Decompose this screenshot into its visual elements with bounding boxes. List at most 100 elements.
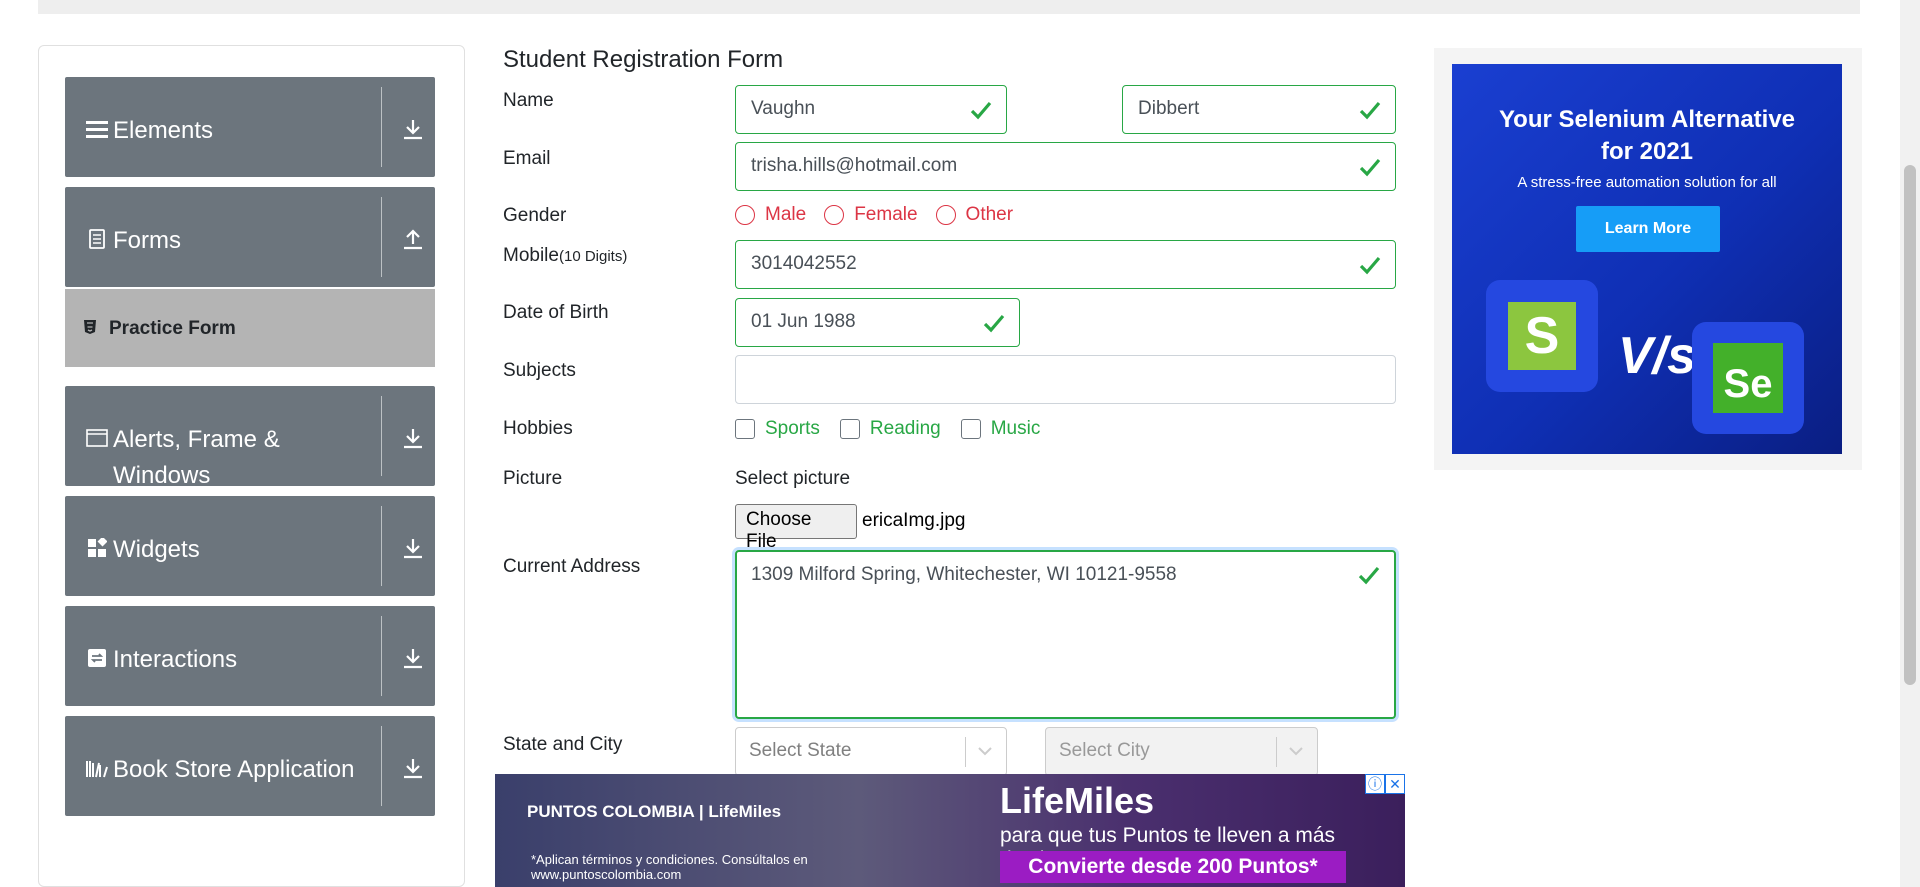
current-address-textarea[interactable]: 1309 Milford Spring, Whitechester, WI 10… (735, 550, 1396, 719)
chevron-down-icon[interactable] (1287, 742, 1305, 760)
sidebar-group-label: Alerts, Frame & Windows (113, 426, 280, 486)
ad-banner[interactable]: Your Selenium Alternative for 2021 A str… (1452, 64, 1842, 454)
checkbox-box[interactable] (735, 419, 755, 439)
radio-label: Female (854, 204, 918, 225)
email-field[interactable]: trisha.hills@hotmail.com (735, 142, 1396, 191)
email-label: Email (503, 148, 551, 169)
divider (381, 506, 382, 586)
hobby-checkbox-reading[interactable]: Reading (839, 418, 941, 440)
divider (965, 737, 966, 767)
divider (1276, 737, 1277, 767)
select-picture-label: Select picture (735, 468, 851, 489)
sidebar-group-book-store[interactable]: Book Store Application (65, 716, 435, 816)
books-icon (85, 756, 109, 780)
email-value: trisha.hills@hotmail.com (751, 155, 958, 176)
hobby-checkbox-music[interactable]: Music (960, 418, 1040, 440)
chevron-down-icon[interactable] (976, 742, 994, 760)
sidebar-group-label: Elements (113, 117, 214, 144)
last-name-value: Dibbert (1138, 98, 1200, 119)
top-banner (38, 0, 1860, 14)
html5-icon (83, 319, 97, 340)
state-city-label: State and City (503, 734, 623, 755)
radio-label: Male (765, 204, 807, 225)
name-label: Name (503, 90, 554, 111)
checkbox-box[interactable] (839, 419, 860, 439)
logo-letter: Se (1713, 343, 1783, 413)
learn-more-button[interactable]: Learn More (1576, 206, 1720, 252)
valid-check-icon (1358, 566, 1380, 585)
gender-radio-other[interactable]: Other (935, 204, 1014, 226)
sidebar-group-alerts[interactable]: Alerts, Frame & Windows (65, 386, 435, 486)
close-icon[interactable]: ✕ (1385, 774, 1405, 794)
valid-check-icon (1359, 101, 1381, 120)
sidebar-item-practice-form[interactable]: Practice Form (65, 289, 435, 367)
download-arrow-icon[interactable] (402, 756, 424, 780)
katalon-logo: S (1486, 280, 1598, 392)
ad-choices: ⓘ ✕ (1365, 774, 1405, 794)
hobby-checkbox-sports[interactable]: Sports (735, 418, 820, 440)
ad-brand: PUNTOS COLOMBIA | LifeMiles (527, 802, 782, 821)
first-name-input[interactable]: Vaughn (735, 85, 1007, 134)
gender-radio-male[interactable]: Male (735, 204, 806, 226)
radio-circle[interactable] (824, 205, 845, 225)
sidebar-group-interactions[interactable]: Interactions (65, 606, 435, 706)
choose-file-button[interactable]: Choose File (735, 504, 857, 552)
ad-title-line: for 2021 (1600, 138, 1694, 165)
right-advertisement[interactable]: Your Selenium Alternative for 2021 A str… (1434, 48, 1862, 470)
checkbox-box[interactable] (960, 419, 981, 439)
radio-circle[interactable] (735, 205, 755, 225)
mobile-field[interactable]: 3014042552 (735, 240, 1396, 289)
mobile-label: Mobile(10 Digits) (503, 245, 627, 267)
checkbox-label: Sports (765, 418, 820, 439)
subjects-input[interactable] (735, 355, 1396, 404)
radio-circle[interactable] (935, 205, 956, 225)
gender-radio-group: Male Female Other (735, 204, 1031, 226)
ad-fine-print: *Aplican términos y condiciones. Consúlt… (531, 852, 808, 882)
sidebar-group-widgets[interactable]: Widgets (65, 496, 435, 596)
page-title: Student Registration Form (503, 46, 784, 73)
selenium-logo: Se (1692, 322, 1804, 434)
mobile-hint: (10 Digits) (558, 248, 628, 265)
dob-input[interactable]: 01 Jun 1988 (735, 298, 1020, 347)
sidebar-group-forms[interactable]: Forms (65, 187, 435, 287)
scrollbar-thumb[interactable] (1904, 165, 1916, 685)
info-icon[interactable]: ⓘ (1365, 774, 1385, 794)
divider (381, 396, 382, 476)
sidebar-group-elements[interactable]: Elements (65, 77, 435, 177)
widgets-icon (85, 536, 109, 560)
window-icon (85, 426, 109, 450)
upload-arrow-icon[interactable] (402, 227, 424, 251)
state-placeholder: Select State (749, 740, 852, 761)
download-arrow-icon[interactable] (402, 646, 424, 670)
state-select[interactable]: Select State (735, 727, 1007, 776)
picture-label: Picture (503, 468, 563, 489)
sidebar-group-label: Widgets (113, 536, 200, 563)
hobbies-checkbox-group: Sports Reading Music (735, 418, 1060, 440)
bottom-advertisement[interactable]: PUNTOS COLOMBIA | LifeMiles *Aplican tér… (495, 774, 1405, 887)
divider (381, 726, 382, 806)
city-placeholder: Select City (1059, 740, 1150, 761)
page-scrollbar[interactable] (1900, 0, 1920, 887)
gender-label: Gender (503, 205, 567, 226)
download-arrow-icon[interactable] (402, 536, 424, 560)
hamburger-icon (85, 117, 109, 141)
valid-check-icon (970, 101, 992, 120)
address-value: 1309 Milford Spring, Whitechester, WI 10… (751, 564, 1177, 585)
mobile-value: 3014042552 (751, 253, 857, 274)
city-select[interactable]: Select City (1045, 727, 1318, 776)
divider (381, 87, 382, 167)
radio-label: Other (965, 204, 1014, 225)
first-name-value: Vaughn (751, 98, 816, 119)
mobile-label-text: Mobile (503, 245, 559, 266)
download-arrow-icon[interactable] (402, 426, 424, 450)
last-name-input[interactable]: Dibbert (1122, 85, 1396, 134)
sidebar-item-label: Practice Form (109, 318, 236, 339)
address-label: Current Address (503, 556, 641, 577)
valid-check-icon (983, 314, 1005, 333)
ad-cta-button[interactable]: Convierte desde 200 Puntos* (1000, 851, 1346, 883)
valid-check-icon (1359, 158, 1381, 177)
versus-text: V/s (1618, 327, 1697, 385)
download-arrow-icon[interactable] (402, 117, 424, 141)
gender-radio-female[interactable]: Female (824, 204, 918, 226)
document-icon (85, 227, 109, 251)
